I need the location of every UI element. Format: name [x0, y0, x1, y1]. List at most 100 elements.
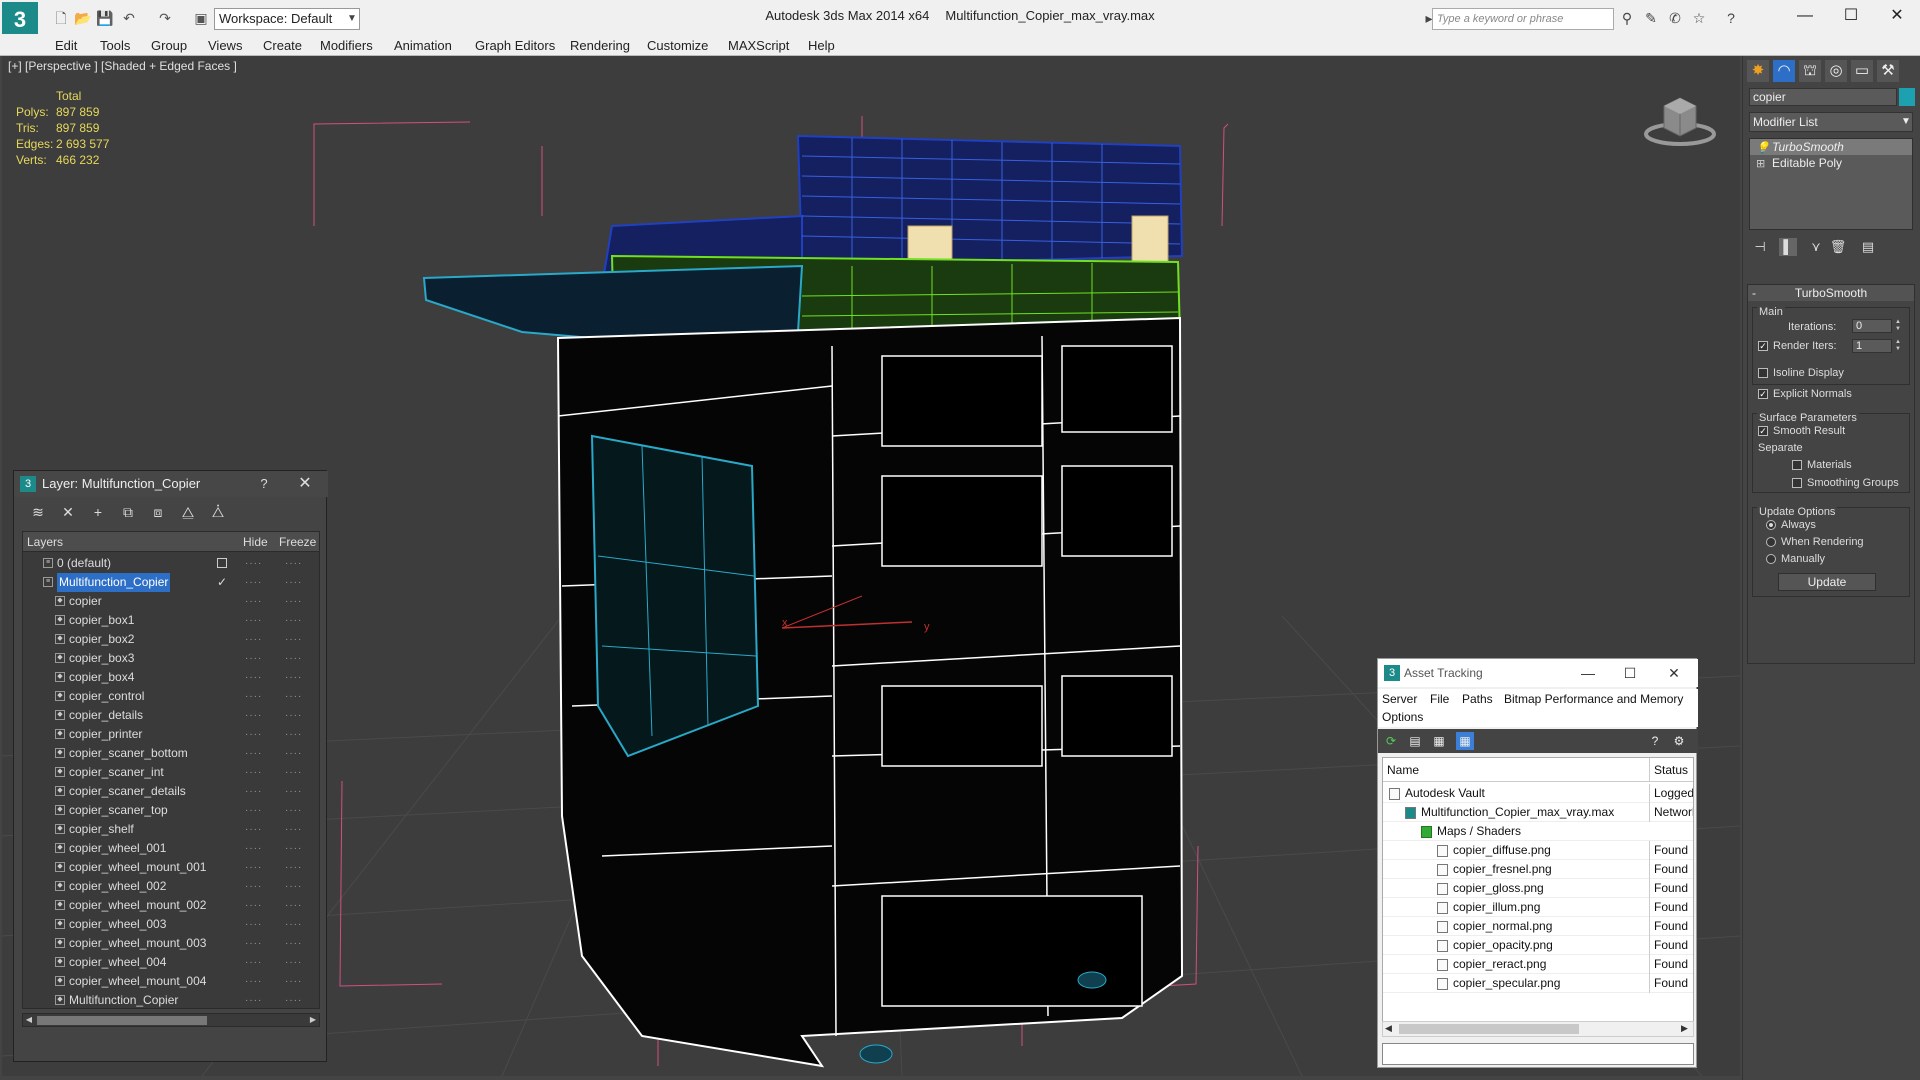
highlight-selected-icon[interactable]: ⧈ [148, 503, 168, 521]
menu-server[interactable]: Server [1382, 692, 1417, 706]
column-status[interactable]: Status [1649, 758, 1688, 782]
redo-icon[interactable]: ↷ [156, 9, 174, 27]
scroll-left-icon[interactable]: ◀ [1385, 1023, 1392, 1034]
hide-toggle[interactable]: ···· [245, 611, 262, 630]
expand-plus-icon[interactable]: ⊞ [1756, 156, 1765, 172]
freeze-toggle[interactable]: ···· [285, 877, 302, 896]
freeze-toggle[interactable]: ···· [285, 839, 302, 858]
undo-icon[interactable]: ↶ [120, 9, 138, 27]
asset-row[interactable]: Multifunction_Copier_max_vray.max Network [1383, 803, 1693, 822]
freeze-toggle[interactable]: ···· [285, 972, 302, 991]
menu-edit[interactable]: Edit [55, 38, 77, 53]
viewport-label[interactable]: [+] [Perspective ] [Shaded + Edged Faces… [8, 59, 237, 73]
maximize-button[interactable]: ☐ [1828, 2, 1874, 30]
hierarchy-tab-icon[interactable]: ⛫ [1799, 60, 1821, 82]
menu-create[interactable]: Create [263, 38, 302, 53]
render-iters-checkbox[interactable]: ✓ [1758, 341, 1768, 352]
column-layers[interactable]: Layers [27, 532, 63, 552]
hide-toggle[interactable]: ···· [245, 896, 262, 915]
layer-row[interactable]: ◆ Multifunction_Copier ···· ···· [23, 991, 319, 1008]
column-freeze[interactable]: Freeze [279, 532, 316, 552]
project-folder-icon[interactable]: ▣ [192, 9, 210, 27]
configure-sets-icon[interactable]: ▤ [1859, 238, 1877, 256]
subscription-icon[interactable]: ✎ [1642, 9, 1660, 27]
menu-bitmap-performance[interactable]: Bitmap Performance and Memory [1504, 692, 1683, 706]
hide-toggle[interactable]: ···· [245, 820, 262, 839]
communication-icon[interactable]: ✆ [1666, 9, 1684, 27]
hide-toggle[interactable]: ···· [245, 934, 262, 953]
layer-row[interactable]: ◆ copier_scaner_details ···· ···· [23, 782, 319, 801]
minimize-button[interactable]: — [1782, 2, 1828, 30]
scroll-right-icon[interactable]: ▶ [1681, 1023, 1688, 1034]
update-always-row[interactable]: Always [1766, 519, 1816, 531]
current-layer-box[interactable] [217, 558, 227, 568]
layer-row[interactable]: ◆ copier_wheel_003 ···· ···· [23, 915, 319, 934]
freeze-toggle[interactable]: ···· [285, 706, 302, 725]
hide-toggle[interactable]: ···· [245, 725, 262, 744]
layer-row[interactable]: ◆ copier_scaner_top ···· ···· [23, 801, 319, 820]
layer-row[interactable]: ◆ copier_wheel_004 ···· ···· [23, 953, 319, 972]
hide-toggle[interactable]: ···· [245, 915, 262, 934]
layers-icon[interactable]: ≋ [28, 503, 48, 521]
hide-toggle[interactable]: ···· [245, 763, 262, 782]
explicit-normals-row[interactable]: ✓ Explicit Normals [1758, 388, 1852, 400]
freeze-toggle[interactable]: ···· [285, 896, 302, 915]
layer-row[interactable]: ◆ copier_wheel_mount_001 ···· ···· [23, 858, 319, 877]
freeze-toggle[interactable]: ···· [285, 801, 302, 820]
list-view-icon[interactable]: ▤ [1406, 732, 1424, 750]
active-layer-checkmark-icon[interactable]: ✓ [217, 573, 227, 592]
layer-row[interactable]: ◆ copier_box4 ···· ···· [23, 668, 319, 687]
layer-row[interactable]: ◆ copier_box3 ···· ···· [23, 649, 319, 668]
menu-rendering[interactable]: Rendering [570, 38, 630, 53]
layer-row[interactable]: ◆ copier_wheel_002 ···· ···· [23, 877, 319, 896]
utilities-tab-icon[interactable]: ⚒ [1877, 60, 1899, 82]
spinner-arrows-icon[interactable]: ▲ ▼ [1894, 319, 1902, 333]
asset-row[interactable]: copier_normal.png Found [1383, 917, 1693, 936]
add-layer-icon[interactable]: + [88, 503, 108, 521]
vault-settings-icon[interactable]: ⚙ [1670, 732, 1688, 750]
smooth-result-row[interactable]: ✓ Smooth Result [1758, 425, 1845, 437]
rollout-header[interactable]: - TurboSmooth [1748, 285, 1914, 301]
freeze-toggle[interactable]: ···· [285, 744, 302, 763]
asset-row[interactable]: copier_gloss.png Found [1383, 879, 1693, 898]
freeze-toggle[interactable]: ···· [285, 991, 302, 1008]
hide-toggle[interactable]: ···· [245, 592, 262, 611]
freeze-toggle[interactable]: ···· [285, 820, 302, 839]
smoothing-groups-row[interactable]: Smoothing Groups [1792, 477, 1899, 489]
modifier-list-dropdown[interactable]: Modifier List [1749, 112, 1913, 132]
asset-row[interactable]: copier_opacity.png Found [1383, 936, 1693, 955]
hide-toggle[interactable]: ···· [245, 801, 262, 820]
menu-file[interactable]: File [1430, 692, 1449, 706]
layer-row[interactable]: ≡ Multifunction_Copier ···· ···· ✓ [23, 573, 319, 592]
hide-all-icon[interactable]: ⧋ [178, 503, 198, 521]
hide-toggle[interactable]: ···· [245, 630, 262, 649]
render-iters-spinner[interactable]: 1 [1852, 339, 1892, 353]
object-color-swatch[interactable] [1899, 88, 1915, 106]
remove-modifier-icon[interactable]: 🗑 [1829, 238, 1847, 256]
update-manually-row[interactable]: Manually [1766, 553, 1825, 565]
app-menu-button[interactable]: 3 [2, 2, 38, 38]
menu-graph-editors[interactable]: Graph Editors [475, 38, 555, 53]
workspace-dropdown[interactable]: Workspace: Default [214, 8, 360, 30]
favorites-star-icon[interactable]: ☆ [1690, 9, 1708, 27]
layer-dialog-title-bar[interactable]: 3 Layer: Multifunction_Copier ? ✕ [14, 471, 328, 497]
select-objects-icon[interactable]: ⧉ [118, 503, 138, 521]
menu-help[interactable]: Help [808, 38, 835, 53]
layer-row[interactable]: ◆ copier_scaner_bottom ···· ···· [23, 744, 319, 763]
modify-tab-icon[interactable]: ◠ [1773, 60, 1795, 82]
freeze-toggle[interactable]: ···· [285, 687, 302, 706]
column-name[interactable]: Name [1387, 758, 1419, 782]
hide-toggle[interactable]: ···· [245, 687, 262, 706]
stack-item-turbosmooth[interactable]: 💡 TurboSmooth [1750, 139, 1912, 155]
hide-toggle[interactable]: ···· [245, 649, 262, 668]
maximize-icon[interactable]: ☐ [1610, 659, 1650, 687]
scroll-right-icon[interactable]: ▶ [307, 1014, 319, 1026]
hide-toggle[interactable]: ···· [245, 706, 262, 725]
smooth-result-checkbox[interactable]: ✓ [1758, 426, 1768, 437]
scrollbar-thumb[interactable] [1399, 1024, 1579, 1034]
freeze-toggle[interactable]: ···· [285, 573, 302, 592]
layer-row[interactable]: ≡ 0 (default) ···· ···· [23, 554, 319, 573]
help-icon[interactable]: ? [254, 471, 274, 497]
layer-row[interactable]: ◆ copier_control ···· ···· [23, 687, 319, 706]
update-button[interactable]: Update [1778, 573, 1876, 591]
